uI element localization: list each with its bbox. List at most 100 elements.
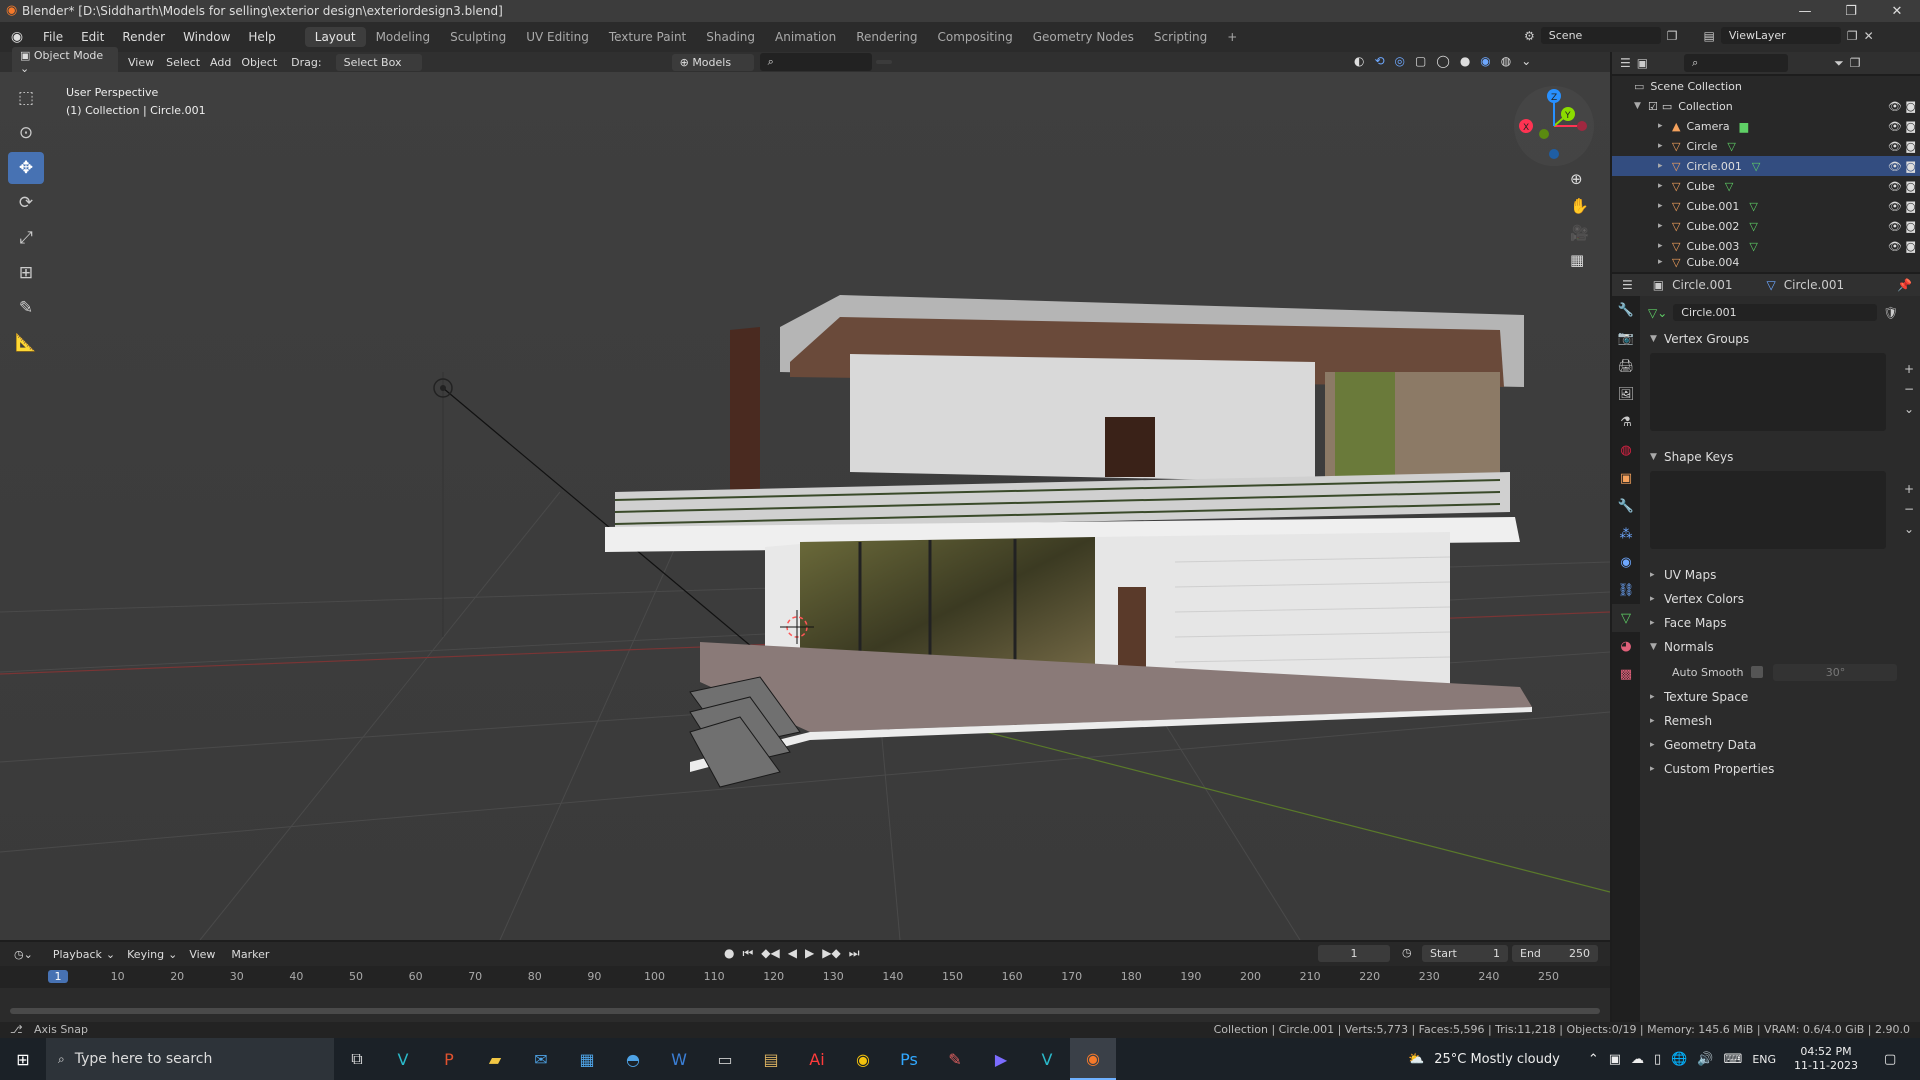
photoshop-app-icon[interactable]: Ps xyxy=(886,1038,932,1080)
menu-add[interactable]: Add xyxy=(210,56,231,69)
workspace-tab-modeling[interactable]: Modeling xyxy=(366,27,441,47)
search-dropdown-icon[interactable] xyxy=(875,60,892,64)
remove-vertex-group-icon[interactable]: − xyxy=(1904,382,1914,396)
store-app-icon[interactable]: ▦ xyxy=(564,1038,610,1080)
rotate-tool-icon[interactable]: ⟳ xyxy=(8,187,44,219)
output-tab-icon[interactable]: 🖨 xyxy=(1612,352,1640,380)
scale-tool-icon[interactable]: ⤢ xyxy=(8,222,44,254)
transform-tool-icon[interactable]: ⊞ xyxy=(8,257,44,289)
workspace-tab-sculpting[interactable]: Sculpting xyxy=(440,27,516,47)
taskbar-search[interactable]: ⌕ Type here to search xyxy=(46,1038,334,1080)
outliner-scene-collection[interactable]: ▭ Scene Collection xyxy=(1612,76,1920,96)
record-icon[interactable]: ● xyxy=(724,946,734,961)
play-icon[interactable]: ▶ xyxy=(805,946,814,961)
new-view-layer-icon[interactable]: ❐ xyxy=(1847,29,1858,43)
constraints-tab-icon[interactable]: ⛓ xyxy=(1612,576,1640,604)
scene-tab-icon[interactable]: ⚗ xyxy=(1612,408,1640,436)
restore-button[interactable]: ❐ xyxy=(1828,0,1874,22)
camera-view-icon[interactable]: 🎥 xyxy=(1570,224,1589,242)
outliner-item-cube-004[interactable]: ▸ ▽ Cube.004 xyxy=(1612,256,1920,268)
vivaldi-second-icon[interactable]: V xyxy=(1024,1038,1070,1080)
view-layer-icon[interactable]: ▤ xyxy=(1704,29,1715,43)
panel-custom-properties[interactable]: ▸ Custom Properties xyxy=(1642,757,1918,781)
language-indicator[interactable]: ENG xyxy=(1752,1053,1776,1066)
play-reverse-icon[interactable]: ◀ xyxy=(788,946,797,961)
move-tool-icon[interactable]: ✥ xyxy=(8,152,44,184)
vertex-group-specials-icon[interactable]: ⌄ xyxy=(1904,402,1914,416)
menu-render[interactable]: Render xyxy=(113,30,174,44)
scene-selector[interactable]: Scene xyxy=(1540,27,1661,44)
menu-playback[interactable]: Playback xyxy=(53,948,102,961)
panel-vertex-colors[interactable]: ▸ Vertex Colors xyxy=(1642,587,1918,611)
physics-tab-icon[interactable]: ◉ xyxy=(1612,548,1640,576)
panel-shape-keys[interactable]: ▼ Shape Keys xyxy=(1642,445,1918,469)
word-app-icon[interactable]: W xyxy=(656,1038,702,1080)
drag-select-dropdown[interactable]: Select Box xyxy=(335,53,422,71)
scene-icon[interactable]: ⚙ xyxy=(1524,29,1535,43)
menu-edit[interactable]: Edit xyxy=(72,30,113,44)
texture-tab-icon[interactable]: ▩ xyxy=(1612,660,1640,688)
tool-tab-icon[interactable]: 🔧 xyxy=(1612,296,1640,324)
tray-app-icon[interactable]: ▣ xyxy=(1609,1052,1621,1067)
editor-type-icon[interactable]: ☰ xyxy=(1620,56,1631,70)
remove-view-layer-icon[interactable]: ✕ xyxy=(1864,29,1874,43)
windows-start-icon[interactable]: ⊞ xyxy=(0,1038,46,1080)
visibility-icons[interactable]: 👁 ◙ xyxy=(1888,120,1916,133)
weather-text[interactable]: 25°C Mostly cloudy xyxy=(1434,1052,1560,1067)
powerpoint-app-icon[interactable]: P xyxy=(426,1038,472,1080)
menu-select[interactable]: Select xyxy=(166,56,200,69)
3d-viewport[interactable]: ⬚ ⊙ ✥ ⟳ ⤢ ⊞ ✎ 📐 User Perspective (1) Col… xyxy=(0,72,1610,940)
panel-normals[interactable]: ▼ Normals xyxy=(1642,635,1918,659)
visibility-icons[interactable]: 👁 ◙ xyxy=(1888,220,1916,233)
mail-app-icon[interactable]: ✉ xyxy=(518,1038,564,1080)
new-collection-icon[interactable]: ❐ xyxy=(1850,56,1861,70)
shading-options-icon[interactable]: ⌄ xyxy=(1521,54,1531,68)
outliner-item-circle[interactable]: ▸ ▽ Circle ▽ 👁 ◙ xyxy=(1612,136,1920,156)
workspace-tab-scripting[interactable]: Scripting xyxy=(1144,27,1217,47)
visibility-icons[interactable]: 👁 ◙ xyxy=(1888,140,1916,153)
keyframe-area[interactable] xyxy=(0,988,1610,1022)
menu-object[interactable]: Object xyxy=(241,56,277,69)
menu-window[interactable]: Window xyxy=(174,30,239,44)
outliner-collection[interactable]: ▼ ☑ ▭ Collection 👁 ◙ xyxy=(1612,96,1920,116)
data-tab-icon[interactable]: ▽ xyxy=(1612,604,1640,632)
solid-shading-icon[interactable]: ● xyxy=(1460,54,1470,68)
keyboard-icon[interactable]: ⌨ xyxy=(1724,1052,1743,1067)
pan-hand-icon[interactable]: ✋ xyxy=(1570,197,1589,215)
add-vertex-group-icon[interactable]: + xyxy=(1904,362,1914,376)
outliner-item-cube-001[interactable]: ▸ ▽ Cube.001 ▽ 👁 ◙ xyxy=(1612,196,1920,216)
view-layer-selector[interactable]: ViewLayer xyxy=(1720,27,1841,44)
house-model[interactable] xyxy=(605,295,1532,788)
vertex-groups-list[interactable] xyxy=(1650,353,1886,431)
measure-tool-icon[interactable]: 📐 xyxy=(8,327,44,359)
menu-help[interactable]: Help xyxy=(239,30,284,44)
filter-icon[interactable]: ⏷ xyxy=(1834,56,1844,71)
visibility-toggle-icon[interactable]: ◐ xyxy=(1354,54,1364,68)
jump-end-icon[interactable]: ⏭ xyxy=(849,946,860,961)
end-frame-field[interactable]: End 250 xyxy=(1512,945,1598,962)
view-layer-tab-icon[interactable]: 🖼 xyxy=(1612,380,1640,408)
fake-user-icon[interactable]: 🛡 xyxy=(1883,306,1898,320)
orientation-dropdown[interactable]: ⊕ Models xyxy=(671,53,754,71)
ortho-grid-icon[interactable]: ▦ xyxy=(1570,251,1589,269)
visibility-icons[interactable]: 👁 ◙ xyxy=(1888,180,1916,193)
expand-icon[interactable]: ▼ xyxy=(1634,101,1648,111)
panel-geometry-data[interactable]: ▸ Geometry Data xyxy=(1642,733,1918,757)
xray-toggle-icon[interactable]: ▢ xyxy=(1415,54,1426,68)
blender-menu-icon[interactable]: ◉ xyxy=(0,29,34,45)
visibility-icons[interactable]: 👁 ◙ xyxy=(1888,200,1916,213)
world-tab-icon[interactable]: ◍ xyxy=(1612,436,1640,464)
rendered-shading-icon[interactable]: ◍ xyxy=(1501,54,1511,68)
object-tab-icon[interactable]: ▣ xyxy=(1612,464,1640,492)
menu-marker[interactable]: Marker xyxy=(231,948,269,961)
battery-icon[interactable]: ▯ xyxy=(1654,1052,1661,1067)
pin-icon[interactable]: 📌 xyxy=(1897,278,1912,292)
jump-start-icon[interactable]: ⏮ xyxy=(742,946,753,961)
outliner-item-cube-002[interactable]: ▸ ▽ Cube.002 ▽ 👁 ◙ xyxy=(1612,216,1920,236)
chrome-app-icon[interactable]: ◉ xyxy=(840,1038,886,1080)
tray-chevron-icon[interactable]: ⌃ xyxy=(1588,1052,1599,1067)
panel-texture-space[interactable]: ▸ Texture Space xyxy=(1642,685,1918,709)
workspace-tab-rendering[interactable]: Rendering xyxy=(846,27,927,47)
next-keyframe-icon[interactable]: ▶◆ xyxy=(822,946,840,961)
properties-editor-icon[interactable]: ☰ xyxy=(1622,278,1633,292)
